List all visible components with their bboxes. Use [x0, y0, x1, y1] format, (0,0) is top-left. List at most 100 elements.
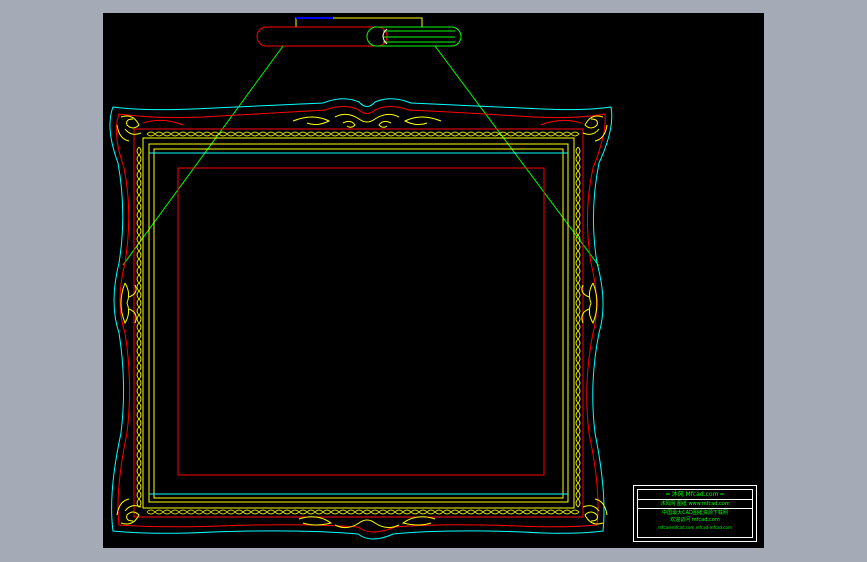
- bead-scroll: [575, 282, 581, 292]
- bead-scroll: [575, 426, 581, 436]
- bead-scroll: [362, 131, 372, 137]
- top-profile-detail: [256, 17, 462, 47]
- bead-scroll: [575, 490, 581, 500]
- bead-scroll: [136, 458, 142, 468]
- bead-scroll: [136, 370, 142, 380]
- title-block-row-1: ═ 沐风 Mfcad.com ═: [666, 491, 724, 498]
- bead-scroll: [136, 330, 142, 340]
- frame-moulding-yellow-1: [142, 137, 575, 509]
- bead-scroll: [418, 131, 428, 137]
- bead-scroll: [136, 170, 142, 180]
- bead-scroll: [575, 210, 581, 220]
- bead-scroll: [554, 131, 564, 137]
- bead-scroll: [538, 509, 548, 515]
- bead-scroll: [394, 131, 404, 137]
- bead-scroll: [575, 346, 581, 356]
- bead-scroll: [386, 509, 396, 515]
- bead-scroll: [226, 509, 236, 515]
- bead-scroll: [136, 394, 142, 404]
- bead-scroll: [575, 410, 581, 420]
- bead-scroll: [522, 509, 532, 515]
- bead-scroll: [570, 509, 580, 515]
- bead-scroll: [370, 131, 380, 137]
- bead-scroll: [234, 509, 244, 515]
- bead-scroll: [136, 154, 142, 164]
- bead-scroll: [354, 131, 364, 137]
- bead-scroll: [575, 402, 581, 412]
- bead-scroll: [298, 509, 308, 515]
- bead-scroll: [562, 509, 572, 515]
- bead-scroll: [306, 509, 316, 515]
- bead-scroll: [136, 426, 142, 436]
- bead-scroll: [210, 509, 220, 515]
- bead-scroll: [136, 258, 142, 268]
- bead-scroll: [575, 330, 581, 340]
- bead-scroll: [575, 194, 581, 204]
- bead-scroll: [136, 202, 142, 212]
- ornament-bead-right: [575, 146, 581, 508]
- bead-scroll: [466, 509, 476, 515]
- bead-scroll: [575, 482, 581, 492]
- bead-scroll: [482, 509, 492, 515]
- bead-scroll: [575, 290, 581, 300]
- bead-scroll: [136, 410, 142, 420]
- bead-scroll: [266, 131, 276, 137]
- bead-scroll: [258, 509, 268, 515]
- frame-moulding-yellow-3: [153, 148, 564, 499]
- bead-scroll: [330, 131, 340, 137]
- bead-scroll: [136, 362, 142, 372]
- bead-scroll: [514, 509, 524, 515]
- bead-scroll: [458, 509, 468, 515]
- bead-scroll: [575, 442, 581, 452]
- bead-scroll: [426, 131, 436, 137]
- bead-scroll: [242, 509, 252, 515]
- bead-scroll: [194, 131, 204, 137]
- bead-scroll: [136, 266, 142, 276]
- bead-scroll: [136, 186, 142, 196]
- bead-scroll: [136, 490, 142, 500]
- bead-scroll: [575, 434, 581, 444]
- title-block-row-5: mfcad-mfcad.com mfcad-mfcad.com: [658, 525, 732, 530]
- bead-scroll: [136, 290, 142, 300]
- bead-scroll: [575, 362, 581, 372]
- bead-scroll: [575, 242, 581, 252]
- bead-scroll: [386, 131, 396, 137]
- title-block-divider: [638, 508, 752, 509]
- bead-scroll: [202, 131, 212, 137]
- ornament-bead-left: [136, 146, 142, 508]
- cad-viewport[interactable]: ═ 沐风 Mfcad.com ═ 沐风网 图纸 www.mfcad.com 中国…: [103, 13, 764, 548]
- title-block-divider: [638, 499, 752, 500]
- bead-scroll: [575, 306, 581, 316]
- bead-scroll: [136, 250, 142, 260]
- bead-scroll: [498, 509, 508, 515]
- title-block-inner: ═ 沐风 Mfcad.com ═ 沐风网 图纸 www.mfcad.com 中国…: [637, 489, 753, 538]
- bead-scroll: [575, 338, 581, 348]
- bead-scroll: [136, 178, 142, 188]
- ornament-right-center: [581, 282, 598, 325]
- bead-scroll: [338, 509, 348, 515]
- bead-scroll: [314, 131, 324, 137]
- bead-scroll: [575, 498, 581, 508]
- bead-scroll: [575, 298, 581, 308]
- bead-scroll: [136, 402, 142, 412]
- bead-scroll: [410, 509, 420, 515]
- bead-scroll: [554, 509, 564, 515]
- bead-scroll: [136, 274, 142, 284]
- bead-scroll: [575, 354, 581, 364]
- bead-scroll: [282, 131, 292, 137]
- bead-scroll: [234, 131, 244, 137]
- bead-scroll: [546, 509, 556, 515]
- bead-scroll: [506, 509, 516, 515]
- bead-scroll: [250, 509, 260, 515]
- bead-scroll: [434, 131, 444, 137]
- bead-scroll: [394, 509, 404, 515]
- bead-scroll: [338, 131, 348, 137]
- bead-scroll: [575, 474, 581, 484]
- bead-scroll: [282, 509, 292, 515]
- bead-scroll: [136, 482, 142, 492]
- bead-scroll: [290, 131, 300, 137]
- bead-scroll: [575, 250, 581, 260]
- bead-scroll: [154, 509, 164, 515]
- bead-scroll: [575, 202, 581, 212]
- title-block-row-3: 中国最大CAD图纸资源下载网: [662, 510, 728, 516]
